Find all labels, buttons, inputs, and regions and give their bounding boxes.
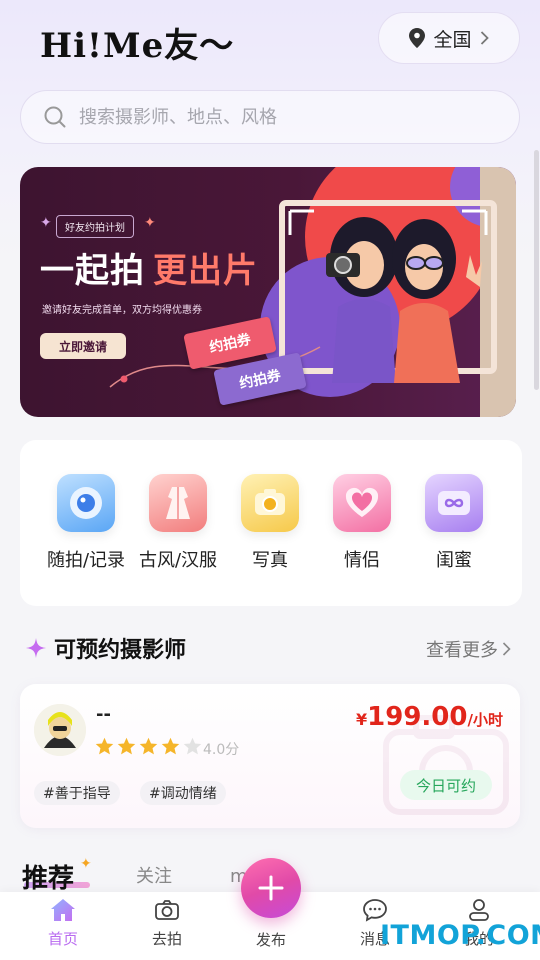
scrollbar[interactable] (534, 150, 539, 390)
rating-score: 4.0分 (203, 742, 240, 758)
rating-stars (94, 736, 203, 757)
star-icon (161, 737, 180, 755)
tab-recommend[interactable]: 推荐 (22, 858, 74, 895)
hanfu-dress-icon (149, 474, 207, 532)
chat-bubble-icon (363, 899, 387, 922)
promo-banner[interactable]: ✦ 好友约拍计划 ✦ 一起拍 更出片 邀请好友完成首单，双方均得优惠券 立即邀请 … (20, 167, 516, 417)
category-item[interactable]: 闺蜜 (408, 474, 500, 572)
category-item[interactable]: 情侣 (316, 474, 408, 572)
app-logo: Hi!Me友〜 (40, 26, 235, 66)
category-item[interactable]: 随拍/记录 (40, 474, 132, 572)
heart-icon (333, 474, 391, 532)
avatar[interactable] (34, 704, 86, 756)
city-label: 全国 (433, 28, 472, 51)
see-more-link[interactable]: 查看更多 (426, 636, 511, 662)
nav-shoot[interactable]: 去拍 (132, 898, 202, 949)
banner-tag: 好友约拍计划 (56, 215, 134, 238)
price-value: 199.00 (367, 702, 468, 732)
category-panel: 随拍/记录 古风/汉服 写真 情侣 闺蜜 (20, 440, 522, 606)
sparkle-icon: ✦ (80, 856, 92, 872)
home-icon (51, 899, 75, 921)
sparkle-icon (26, 638, 46, 658)
invite-button[interactable]: 立即邀请 (40, 333, 126, 359)
sparkle-icon: ✦ (144, 215, 156, 231)
section-header: 可预约摄影师 (26, 632, 186, 664)
site-watermark: ITMOP.COM (380, 920, 540, 951)
photographer-name: -- (96, 704, 111, 725)
category-item[interactable]: 写真 (224, 474, 316, 572)
availability-badge: 今日可约 (400, 770, 492, 800)
star-icon (95, 737, 114, 755)
user-icon (469, 899, 489, 921)
photographer-tag: #调动情绪 (140, 781, 226, 805)
nav-label: 首页 (47, 930, 78, 948)
photographer-card[interactable]: -- 4.0分 ¥199.00/小时 #善于指导 #调动情绪 今日可约 (20, 684, 520, 828)
star-icon (139, 737, 158, 755)
city-selector[interactable]: 全国 (378, 12, 520, 64)
banner-subtitle: 邀请好友完成首单，双方均得优惠券 (42, 305, 202, 316)
category-label: 古风/汉服 (138, 550, 218, 571)
category-item[interactable]: 古风/汉服 (132, 474, 224, 572)
search-bar[interactable] (20, 90, 520, 144)
nav-label: 去拍 (151, 930, 182, 948)
see-more-label: 查看更多 (426, 640, 498, 661)
price-currency: ¥ (356, 710, 368, 729)
category-label: 写真 (252, 550, 288, 571)
publish-button[interactable] (241, 858, 301, 918)
banner-headline: 一起拍 更出片 (40, 243, 258, 292)
price-unit: /小时 (467, 711, 503, 729)
publish-label: 发布 (256, 931, 287, 949)
search-input[interactable] (77, 105, 481, 129)
category-label: 闺蜜 (436, 550, 472, 571)
photographer-tag: #善于指导 (34, 781, 120, 805)
plus-icon (258, 875, 284, 901)
tab-following[interactable]: 关注 (136, 862, 172, 888)
search-icon (44, 106, 66, 128)
sparkle-icon: ✦ (40, 215, 52, 231)
friends-photo-illustration (279, 200, 497, 383)
section-title: 可预约摄影师 (54, 638, 187, 663)
infinity-icon (425, 474, 483, 532)
star-icon (117, 737, 136, 755)
location-pin-icon (409, 28, 426, 48)
star-empty-icon (183, 737, 202, 755)
chevron-right-icon (502, 642, 511, 656)
banner-headline-main: 一起拍 (40, 251, 145, 291)
nav-home[interactable]: 首页 (28, 898, 98, 949)
camera-icon (155, 900, 179, 920)
instant-camera-icon (241, 474, 299, 532)
price: ¥199.00/小时 (356, 702, 503, 732)
category-label: 情侣 (344, 550, 380, 571)
category-label: 随拍/记录 (46, 550, 126, 571)
chevron-right-icon (480, 31, 489, 45)
banner-headline-highlight: 更出片 (153, 251, 258, 291)
camera-lens-icon (57, 474, 115, 532)
